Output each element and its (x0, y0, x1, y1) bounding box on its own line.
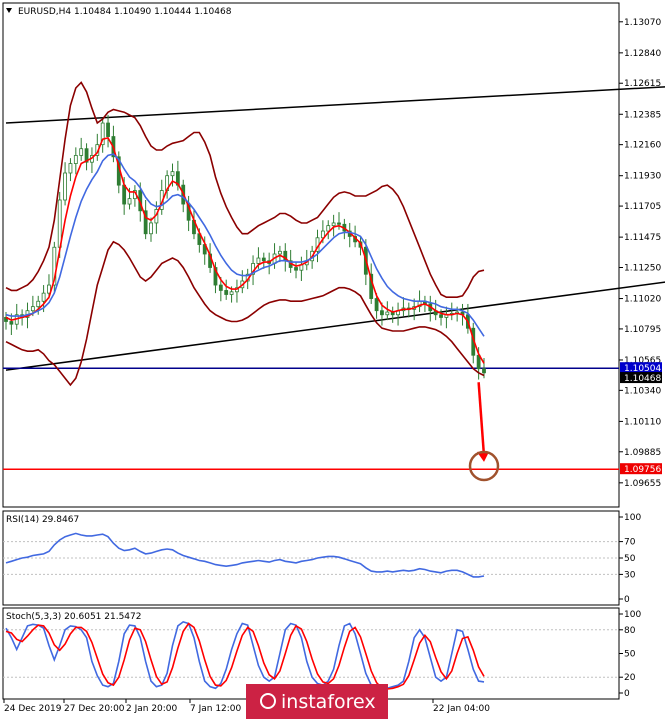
x-tick-label: 27 Dec 20:00 (64, 704, 125, 714)
watermark-text: instaforex (281, 691, 376, 713)
y-tick-label: 1.10340 (624, 386, 661, 396)
candle-body (41, 292, 46, 302)
main-price-panel: 1.130701.128401.126151.123851.121601.119… (2, 2, 665, 508)
candle-body (68, 163, 73, 174)
candle-body (73, 155, 78, 164)
y-tick-label: 1.11930 (624, 172, 661, 182)
price-label-text: 1.09756 (624, 465, 661, 475)
price-label-text: 1.10468 (624, 374, 661, 384)
panel-header: RSI(14) 29.8467 (6, 515, 79, 525)
y-tick-label: 50 (624, 650, 636, 660)
panel-header: Stoch(5,3,3) 20.6051 21.5472 (6, 612, 141, 622)
candle-body (9, 321, 14, 325)
bollinger_upper-line (5, 81, 485, 298)
y-tick-label: 20 (624, 673, 636, 683)
y-tick-label: 0 (624, 595, 630, 605)
y-tick-label: 80 (624, 626, 636, 636)
y-tick-label: 1.12160 (624, 141, 661, 151)
candle-body (170, 171, 175, 177)
trendline (5, 281, 665, 371)
y-tick-label: 1.09655 (624, 479, 661, 489)
candle-body (278, 250, 282, 255)
candle-body (36, 300, 41, 308)
candle-body (337, 222, 341, 225)
candle-body (229, 291, 234, 295)
y-tick-label: 50 (624, 554, 636, 564)
candle-body (331, 222, 336, 227)
candle-body (261, 257, 266, 262)
chart-canvas: 1.130701.128401.126151.123851.121601.119… (2, 2, 665, 719)
y-tick-label: 1.11020 (624, 295, 661, 305)
candle-body (439, 314, 443, 318)
y-tick-label: 1.11475 (624, 233, 661, 243)
panel-header: EURUSD,H4 1.10484 1.10490 1.10444 1.1046… (18, 7, 232, 17)
y-tick-label: 1.12385 (624, 110, 661, 120)
candle-body (385, 311, 390, 316)
y-tick-label: 1.10795 (624, 325, 661, 335)
y-tick-label: 1.11250 (624, 264, 661, 274)
candle-body (122, 184, 127, 205)
x-tick-label: 24 Dec 2019 (4, 704, 62, 714)
watermark: instaforex (246, 684, 388, 719)
oscillator-line (5, 622, 485, 690)
candle-body (127, 198, 132, 205)
candle-body (482, 368, 486, 374)
y-tick-label: 1.09885 (624, 448, 661, 458)
candle-body (224, 290, 229, 295)
y-tick-label: 1.10110 (624, 417, 661, 427)
y-tick-label: 1.11705 (624, 202, 661, 212)
bollinger_lower-line (5, 240, 485, 387)
x-tick-label: 2 Jan 20:00 (126, 704, 178, 714)
candle-body (218, 284, 223, 291)
candle-body (380, 310, 384, 316)
y-tick-label: 30 (624, 570, 636, 580)
candle-body (374, 298, 379, 312)
y-tick-label: 1.12840 (624, 49, 661, 59)
rsi-panel: 100 70 50 30 0 RSI(14) 29.8467 (2, 510, 641, 606)
y-tick-label: 1.13070 (624, 18, 661, 28)
dropdown-triangle-icon (6, 8, 12, 13)
y-tick-label: 70 (624, 538, 636, 548)
y-tick-label: 100 (624, 610, 641, 620)
forecast-arrow-shaft (477, 382, 486, 456)
candle-body (149, 222, 153, 235)
candle-body (79, 148, 84, 156)
candle-body (63, 172, 67, 201)
candle-body (30, 306, 35, 312)
y-tick-label: 100 (624, 513, 641, 523)
candle-body (256, 257, 261, 264)
y-tick-label: 0 (624, 689, 630, 699)
x-tick-label: 22 Jan 04:00 (433, 704, 490, 714)
candle-body (106, 122, 110, 137)
candle-body (294, 267, 298, 271)
oscillator-line (5, 532, 485, 578)
x-tick-label: 7 Jan 12:00 (190, 704, 242, 714)
